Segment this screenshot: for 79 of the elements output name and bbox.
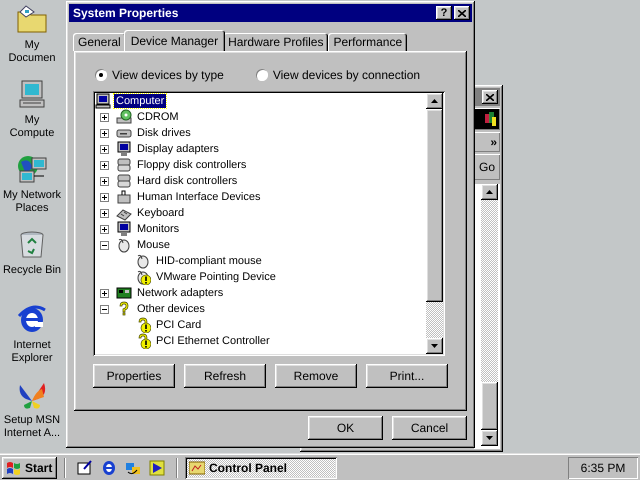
icon-label[interactable]: Setup MSN Internet A... <box>1 414 63 440</box>
icon-label[interactable]: Internet Explorer <box>1 339 63 365</box>
start-button[interactable]: Start <box>2 456 57 478</box>
clock: 6:35 PM <box>568 456 638 478</box>
tree-item[interactable]: Hard disk controllers <box>135 174 240 188</box>
tab[interactable]: General <box>73 33 126 51</box>
dialog-button[interactable]: Print... <box>366 364 448 388</box>
tree-item[interactable]: VMware Pointing Device <box>154 270 278 284</box>
window-title: System Properties <box>73 6 180 20</box>
tab[interactable]: Device Manager <box>124 30 226 51</box>
radio-option[interactable]: View devices by type <box>95 68 224 82</box>
icon-label[interactable]: My Compute <box>1 114 63 140</box>
taskbar-button[interactable]: Control Panel <box>185 456 337 478</box>
dialog-button[interactable]: Refresh <box>184 364 266 388</box>
close-icon <box>486 94 494 100</box>
tab[interactable]: Performance <box>328 33 408 51</box>
disc-drive-icon <box>116 109 132 125</box>
tree-item[interactable]: Human Interface Devices <box>135 190 262 204</box>
flag-icon <box>6 460 22 474</box>
logo-icon <box>485 112 497 126</box>
expand-toggle[interactable] <box>100 208 109 218</box>
network-card-icon <box>116 285 132 301</box>
drive-icon <box>116 173 132 189</box>
down-arrow-icon <box>486 436 493 440</box>
scroll-thumb[interactable] <box>426 109 443 302</box>
scroll-thumb[interactable] <box>481 382 498 430</box>
tab[interactable]: Hardware Profiles <box>223 33 328 51</box>
tree-item[interactable]: Display adapters <box>135 142 221 156</box>
up-arrow-icon <box>486 190 493 194</box>
monitor-icon <box>116 221 132 237</box>
expand-toggle[interactable] <box>100 192 109 202</box>
browser-icon[interactable] <box>101 460 117 476</box>
monitor-icon <box>116 141 132 157</box>
tree-item[interactable]: Disk drives <box>135 126 193 140</box>
dialog-button[interactable]: Properties <box>93 364 175 388</box>
tree-item[interactable]: Other devices <box>135 302 207 316</box>
help-button[interactable]: ? <box>436 6 452 20</box>
icon-label[interactable]: My Network Places <box>1 189 63 215</box>
close-icon <box>458 10 466 16</box>
mouse-icon <box>116 237 132 253</box>
expand-toggle[interactable] <box>100 176 109 186</box>
tree-item[interactable]: HID-compliant mouse <box>154 254 264 268</box>
cancel-button[interactable]: Cancel <box>392 416 467 440</box>
radio-option[interactable]: View devices by connection <box>256 68 420 82</box>
drive-icon <box>116 157 132 173</box>
expand-toggle[interactable] <box>100 160 109 170</box>
tree-item[interactable]: PCI Ethernet Controller <box>154 334 272 348</box>
scrollbar[interactable] <box>426 93 443 354</box>
expand-toggle[interactable] <box>100 144 109 154</box>
collapse-toggle[interactable] <box>100 304 109 314</box>
device-icon <box>116 189 132 205</box>
expand-toggle[interactable] <box>100 288 109 298</box>
down-arrow-icon <box>431 344 438 348</box>
chevron-button[interactable]: » <box>490 135 497 149</box>
computer-icon <box>95 93 111 109</box>
up-arrow-icon <box>431 99 438 103</box>
ok-button[interactable]: OK <box>308 416 383 440</box>
icon-label[interactable]: Recycle Bin <box>2 264 62 277</box>
expand-toggle[interactable] <box>100 112 109 122</box>
tree-item[interactable]: Network adapters <box>135 286 226 300</box>
dialog-button[interactable]: Remove <box>275 364 357 388</box>
tree-item[interactable]: Floppy disk controllers <box>135 158 248 172</box>
desktop-icon[interactable] <box>77 460 93 476</box>
tree-item[interactable]: Computer <box>114 94 166 108</box>
expand-toggle[interactable] <box>100 128 109 138</box>
close-button[interactable] <box>454 6 470 20</box>
tree-item[interactable]: Mouse <box>135 238 172 252</box>
close-button[interactable] <box>482 90 498 104</box>
expand-toggle[interactable] <box>100 224 109 234</box>
chart-icon <box>189 460 205 474</box>
tree-item[interactable]: CDROM <box>135 110 181 124</box>
collapse-toggle[interactable] <box>100 240 109 250</box>
tree-item[interactable]: PCI Card <box>154 318 204 332</box>
icon-label[interactable]: My Documen <box>1 39 63 65</box>
play-icon[interactable] <box>149 460 165 476</box>
tree-item[interactable]: Monitors <box>135 222 182 236</box>
tree-item[interactable]: Keyboard <box>135 206 186 220</box>
go-button[interactable]: Go <box>478 155 497 179</box>
scrollbar[interactable] <box>481 184 498 446</box>
